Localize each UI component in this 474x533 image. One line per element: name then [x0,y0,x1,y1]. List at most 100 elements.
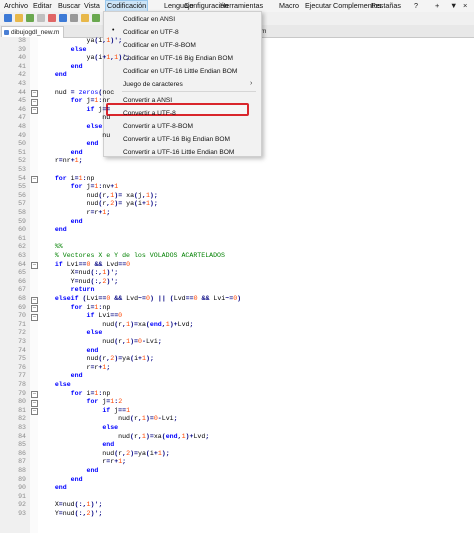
menu-item-codificar-en-utf-8-bom[interactable]: Codificar en UTF-8-BOM [123,41,196,50]
close-tab-button[interactable]: × [463,1,467,11]
code-line[interactable]: end [39,149,83,158]
toolbar-icon[interactable] [92,14,100,22]
code-line[interactable]: r=r+1; [39,209,110,218]
toolbar-icon[interactable] [59,14,67,22]
code-line[interactable]: r=r+1; [39,458,126,467]
menu-?[interactable]: ? [414,1,418,11]
code-line[interactable]: X=nud(:,1)'; [39,501,103,510]
code-line[interactable]: r=r+1; [39,364,110,373]
fold-toggle-icon[interactable]: − [31,305,38,313]
menu-archivo[interactable]: Archivo [4,1,28,11]
code-line[interactable]: end [39,218,83,227]
code-line[interactable]: elseif (Lvi==0 && Lvd~=0) || (Lvd==0 && … [39,295,241,304]
menu-item-codificar-en-utf-8[interactable]: Codificar en UTF-8 [123,28,179,37]
menu-item-convertir-a-utf-16-big-endian-bom[interactable]: Convertir a UTF-16 Big Endian BOM [123,135,230,144]
code-line[interactable]: else [39,381,71,390]
menu-codificacin[interactable]: Codificación [104,0,149,12]
code-line[interactable]: for i=1:np [39,304,111,313]
line-number: 92 [18,501,26,509]
code-line[interactable]: ya(i+1,1)'; [39,54,130,63]
fold-toggle-icon[interactable]: − [31,98,38,106]
code-line[interactable]: end [39,140,98,149]
fold-toggle-icon[interactable]: − [31,296,38,304]
code-line[interactable]: end [39,441,114,450]
code-line[interactable]: nud(r,2)= ya(i+1); [39,200,157,209]
code-line[interactable]: ya(i,1)'; [39,37,122,46]
code-line[interactable]: nud(r,1)=0-Lvi; [39,338,161,347]
code-line[interactable]: else [39,424,118,433]
menu-item-convertir-a-utf-8[interactable]: Convertir a UTF-8 [123,109,176,118]
code-line[interactable]: nu [39,132,110,141]
code-line[interactable]: for i=1:np [39,390,111,399]
code-line[interactable]: nud(r,1)=0-Lvi; [39,415,177,424]
code-line[interactable]: end [39,71,67,80]
code-line[interactable]: else [39,46,87,55]
toolbar-icon[interactable] [37,14,45,22]
toolbar-icon[interactable] [70,14,78,22]
menu-pestaas[interactable]: Pestañas [371,1,401,11]
new-tab-button[interactable]: + [435,1,439,11]
toolbar-icon[interactable] [81,14,89,22]
menu-editar[interactable]: Editar [33,1,52,11]
menu-item-codificar-en-utf-16-little-endian-bom[interactable]: Codificar en UTF-16 Little Endian BOM [123,67,237,76]
code-line[interactable]: return [39,286,95,295]
menu-item-convertir-a-ansi[interactable]: Convertir a ANSI [123,96,172,105]
menu-macro[interactable]: Macro [279,1,299,11]
code-line[interactable]: end [39,372,83,381]
menu-item-convertir-a-utf-8-bom[interactable]: Convertir a UTF-8-BOM [123,122,193,131]
code-line[interactable]: end [39,347,98,356]
fold-toggle-icon[interactable]: − [31,313,38,321]
code-line[interactable]: end [39,63,83,72]
menu-item-convertir-a-utf-16-little-endian-bom[interactable]: Convertir a UTF-16 Little Endian BOM [123,148,234,157]
code-line[interactable]: else [39,329,102,338]
tab-list-button[interactable]: ▼ [450,1,457,11]
line-number: 82 [18,415,26,423]
code-line[interactable]: Y=nud(:,2)'; [39,278,119,287]
code-line[interactable]: nud(r,2)=ya(i+1); [39,450,169,459]
code-line[interactable]: for j=1:nr [39,97,111,106]
code-line[interactable]: % Vectores X e Y de los VOLADOS ACARTELA… [39,252,225,261]
code-line[interactable]: nud = zeros(noc [39,89,114,98]
code-line[interactable]: end [39,226,67,235]
toolbar-icon[interactable] [15,14,23,22]
menu-item-juego-de-caracteres[interactable]: Juego de caracteres [123,80,183,89]
code-line[interactable]: if Lvi==0 [39,312,122,321]
code-line[interactable]: if Lvi==0 && Lvd==0 [39,261,130,270]
menu-item-codificar-en-utf-16-big-endian-bom[interactable]: Codificar en UTF-16 Big Endian BOM [123,54,233,63]
fold-toggle-icon[interactable]: − [31,90,38,98]
code-line[interactable]: if j== [39,106,110,115]
code-line[interactable]: nu [39,114,110,123]
code-line[interactable]: for i=1:np [39,175,95,184]
code-line[interactable]: nud(r,1)=xa(end,1)+Lvd; [39,321,193,330]
toolbar-icon[interactable] [4,14,12,22]
checked-bullet-icon: • [112,27,115,34]
fold-toggle-icon[interactable]: − [31,262,38,270]
menu-herramientas[interactable]: Herramientas [220,1,263,11]
menu-buscar[interactable]: Buscar [58,1,80,11]
toolbar-icon[interactable] [48,14,56,22]
fold-toggle-icon[interactable]: − [31,399,38,407]
code-line[interactable]: if j==1 [39,407,130,416]
menu-ejecutar[interactable]: Ejecutar [305,1,331,11]
fold-toggle-icon[interactable]: − [31,391,38,399]
code-line[interactable]: for j=1:nv+1 [39,183,119,192]
code-line[interactable]: nud(r,1)=xa(end,1)+Lvd; [39,433,209,442]
fold-toggle-icon[interactable]: − [31,408,38,416]
code-line[interactable]: r=nr+1; [39,157,83,166]
code-line[interactable]: end [39,467,98,476]
menu-vista[interactable]: Vista [84,1,100,11]
code-line[interactable]: Y=nud(:,2)'; [39,510,103,519]
code-line[interactable]: nud(r,1)= xa(j,1); [39,192,157,201]
fold-toggle-icon[interactable]: − [31,107,38,115]
fold-toggle-icon[interactable]: − [31,176,38,184]
code-line[interactable]: end [39,476,83,485]
menu-item-codificar-en-ansi[interactable]: Codificar en ANSI [123,15,175,24]
code-line[interactable]: nud(r,2)=ya(i+1); [39,355,153,364]
code-line[interactable]: for j=1:2 [39,398,122,407]
code-line[interactable]: end [39,484,67,493]
code-line[interactable]: else [39,123,102,132]
line-number: 50 [18,140,26,148]
toolbar-icon[interactable] [26,14,34,22]
code-line[interactable]: %% [39,243,63,252]
code-line[interactable]: X=nud(:,1)'; [39,269,119,278]
